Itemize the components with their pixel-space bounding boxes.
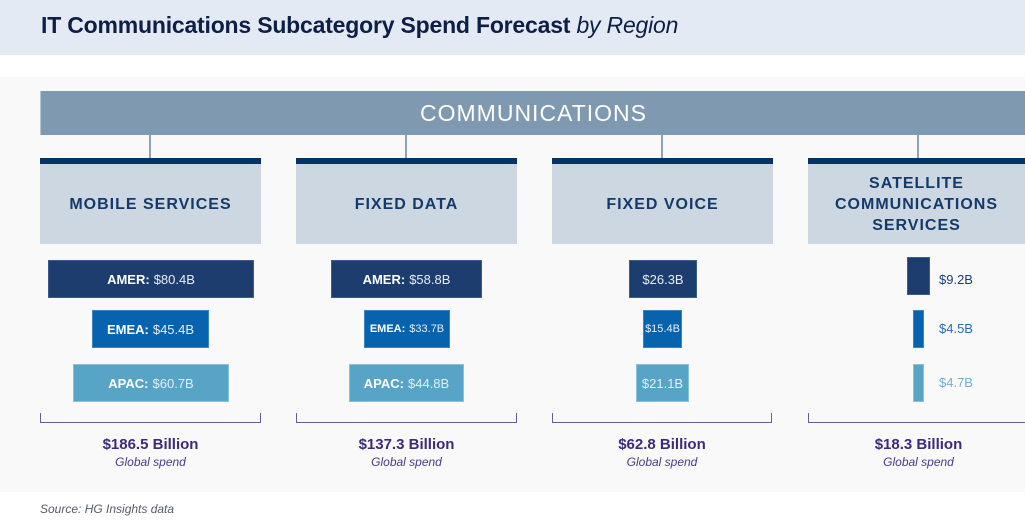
- bar-mobile-apac: APAC: $60.7B: [73, 364, 229, 402]
- connector-line: [661, 135, 663, 158]
- bar-satellite-apac: [913, 364, 924, 402]
- region-value: $21.1B: [641, 375, 684, 391]
- root-node-communications: COMMUNICATIONS: [40, 91, 1025, 135]
- region-value: $58.8B: [409, 271, 451, 287]
- bar-fixed-voice-amer: $26.3B: [629, 260, 697, 298]
- bar-satellite-amer: [907, 257, 930, 295]
- connector-line: [405, 135, 407, 158]
- category-fixed-data: FIXED DATA: [296, 158, 517, 244]
- category-label: FIXED DATA: [296, 164, 517, 244]
- region-label: EMEA:: [106, 321, 149, 337]
- global-spend-label: Global spend: [883, 455, 954, 469]
- source-note: Source: HG Insights data: [40, 502, 175, 516]
- page-title: IT Communications Subcategory Spend Fore…: [41, 12, 678, 39]
- global-spend-label: Global spend: [626, 455, 698, 469]
- satellite-apac-value: $4.7B: [939, 375, 973, 390]
- region-value: $44.8B: [408, 375, 450, 391]
- region-label: APAC:: [363, 375, 404, 391]
- category-satellite-communications-services: SATELLITE COMMUNICATIONS SERVICES: [808, 158, 1025, 244]
- title-bar: IT Communications Subcategory Spend Fore…: [0, 0, 1025, 55]
- bar-satellite-emea: [913, 310, 924, 348]
- title-subtitle: by Region: [576, 12, 679, 38]
- total-bracket: [40, 413, 261, 423]
- bar-mobile-emea: EMEA: $45.4B: [92, 310, 209, 348]
- category-label-line: SERVICES: [872, 216, 961, 234]
- connector-line: [149, 135, 151, 158]
- total-bracket: [552, 413, 772, 423]
- category-mobile-services: MOBILE SERVICES: [40, 158, 261, 244]
- category-label: SATELLITE COMMUNICATIONS SERVICES: [808, 164, 1025, 244]
- category-label-line: COMMUNICATIONS: [834, 195, 999, 213]
- satellite-amer-value: $9.2B: [939, 272, 973, 287]
- bar-mobile-amer: AMER: $80.4B: [48, 260, 254, 298]
- region-value: $33.7B: [409, 323, 445, 335]
- title-main: IT Communications Subcategory Spend Fore…: [41, 12, 571, 38]
- total-fixed-data: $137.3 Billion: [358, 436, 455, 453]
- region-label: AMER:: [362, 271, 406, 287]
- region-value: $15.4B: [645, 323, 680, 335]
- satellite-emea-value: $4.5B: [939, 321, 973, 336]
- global-spend-label: Global spend: [371, 455, 442, 469]
- region-label: AMER:: [107, 271, 150, 287]
- connector-line: [917, 135, 919, 158]
- region-value: $60.7B: [152, 375, 194, 391]
- bar-fixed-data-emea: EMEA: $33.7B: [364, 310, 450, 348]
- bar-fixed-voice-emea: $15.4B: [643, 310, 682, 348]
- total-bracket: [296, 413, 517, 423]
- total-bracket: [808, 413, 1025, 423]
- region-value: $26.3B: [642, 271, 684, 287]
- bar-fixed-voice-apac: $21.1B: [636, 364, 689, 402]
- total-mobile-services: $186.5 Billion: [102, 436, 199, 453]
- global-spend-label: Global spend: [115, 455, 186, 469]
- bar-fixed-data-amer: AMER: $58.8B: [331, 260, 482, 298]
- bar-fixed-data-apac: APAC: $44.8B: [349, 364, 464, 402]
- category-label: MOBILE SERVICES: [40, 164, 261, 244]
- region-value: $45.4B: [152, 321, 195, 337]
- total-satellite: $18.3 Billion: [874, 436, 963, 453]
- category-label: FIXED VOICE: [552, 164, 773, 244]
- region-label: APAC:: [108, 375, 149, 391]
- category-label-line: SATELLITE: [869, 174, 964, 192]
- region-value: $80.4B: [153, 271, 195, 287]
- total-fixed-voice: $62.8 Billion: [618, 436, 706, 453]
- category-fixed-voice: FIXED VOICE: [552, 158, 773, 244]
- region-label: EMEA:: [369, 323, 406, 335]
